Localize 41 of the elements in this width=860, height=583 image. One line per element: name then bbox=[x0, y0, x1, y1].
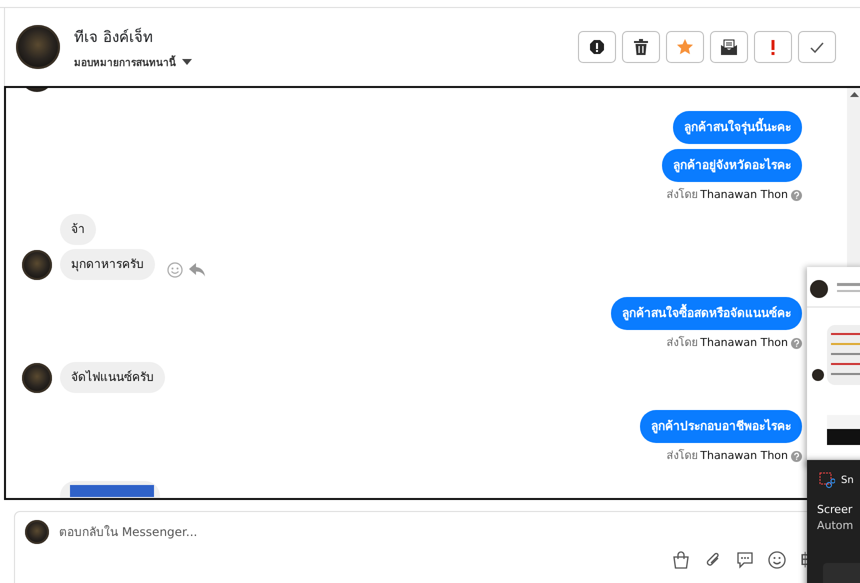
avatar bbox=[22, 250, 52, 280]
sender-label: ส่งโดย Thanawan Thon bbox=[666, 188, 788, 202]
snipping-tool-icon bbox=[819, 472, 835, 488]
speech-bubble-icon[interactable] bbox=[736, 551, 754, 569]
smiley-icon[interactable] bbox=[768, 551, 786, 569]
help-icon bbox=[791, 338, 802, 348]
shopping-bag-icon[interactable] bbox=[672, 551, 690, 569]
notification-body: Autom bbox=[817, 518, 854, 534]
app-name: Sn bbox=[841, 474, 854, 486]
envelope-icon bbox=[721, 39, 737, 55]
message-bubble: ลูกค้าอยู่จังหวัดอะไรคะ bbox=[662, 149, 802, 182]
check-icon bbox=[810, 42, 824, 52]
star-icon bbox=[677, 39, 693, 55]
important-button[interactable] bbox=[754, 31, 792, 63]
done-button[interactable] bbox=[798, 31, 836, 63]
message-bubble: จ้า bbox=[60, 214, 96, 245]
exclamation-icon bbox=[771, 40, 775, 54]
sender-label: ส่งโดย Thanawan Thon bbox=[666, 336, 788, 350]
reply-icon[interactable] bbox=[189, 262, 205, 276]
assign-dropdown[interactable]: มอบหมายการสนทนานี้ bbox=[74, 54, 192, 70]
message-bubble: ลูกค้าสนใจซื้อสดหรือจัดแนนซ์คะ bbox=[611, 297, 802, 330]
delete-button[interactable] bbox=[622, 31, 660, 63]
message-bubble: ลูกค้าประกอบอาชีพอะไรคะ bbox=[640, 410, 802, 443]
contact-name: ทีเจ อิงค์เจ็ท bbox=[74, 26, 154, 48]
message-bubble: ลูกค้าสนใจรุ่นนี้นะคะ bbox=[673, 111, 802, 144]
sender-label: ส่งโดย Thanawan Thon bbox=[666, 449, 788, 463]
spam-button[interactable] bbox=[578, 31, 616, 63]
message-bubble: จัดไฟแนนซ์ครับ bbox=[60, 362, 165, 393]
trash-icon bbox=[634, 39, 648, 55]
notification-title: Screer bbox=[817, 502, 854, 518]
help-icon bbox=[791, 450, 802, 462]
message-bubble: มุกดาหารครับ bbox=[60, 249, 155, 280]
help-icon bbox=[791, 190, 802, 200]
scroll-up-arrow-icon[interactable] bbox=[850, 92, 859, 97]
star-button[interactable] bbox=[666, 31, 704, 63]
avatar bbox=[16, 25, 60, 69]
mark-unread-button[interactable] bbox=[710, 31, 748, 63]
avatar bbox=[25, 520, 49, 544]
alert-icon bbox=[589, 39, 605, 55]
avatar bbox=[22, 362, 52, 392]
caret-icon bbox=[182, 59, 192, 65]
